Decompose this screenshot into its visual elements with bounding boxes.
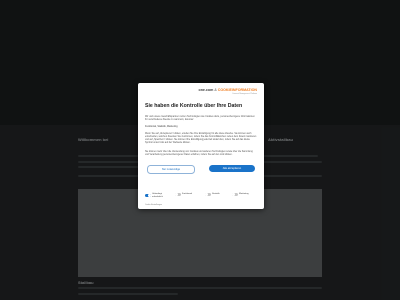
consent-details: Wenn Sie auf „Akzeptieren“ klicken, erte…	[145, 133, 257, 144]
consent-details-more: Sie können mehr über die Verwendung von …	[145, 151, 253, 156]
toggle-marketing[interactable]: Marketing	[232, 193, 249, 196]
consent-purposes: Funktional, Statistik, Marketing	[145, 125, 178, 128]
toggle-label: Unbedingt erforderlich	[152, 193, 163, 198]
logo-separator: &	[214, 88, 217, 92]
toggle-switch[interactable]	[205, 193, 211, 196]
consent-intro: Wir und unsere Geschäftspartner nutzen T…	[145, 116, 255, 121]
brand-logo-text: one.com	[198, 88, 214, 92]
cookie-settings-link[interactable]: Cookie Einstellungen	[145, 204, 162, 206]
cookie-consent-dialog: one.com & COOKIEINFORMATION Consent Mana…	[138, 83, 264, 209]
toggle-statistics[interactable]: Statistik	[205, 193, 220, 196]
toggle-label: Statistik	[212, 193, 220, 196]
consent-toggles: Unbedingt erforderlich Funktional Statis…	[145, 192, 257, 202]
toggle-label: Funktional	[182, 193, 193, 196]
consent-title: Sie haben die Kontrolle über Ihre Daten	[145, 103, 243, 109]
toggle-switch[interactable]	[175, 193, 181, 196]
toggle-switch[interactable]	[145, 194, 151, 198]
toggle-functional[interactable]: Funktional	[175, 193, 192, 196]
decline-button[interactable]: Nur notwendige	[147, 165, 195, 174]
toggle-necessary[interactable]: Unbedingt erforderlich	[145, 193, 166, 198]
accept-all-button[interactable]: Alle akzeptieren	[209, 165, 255, 172]
consent-logo: one.com & COOKIEINFORMATION	[199, 88, 257, 92]
cookieinformation-logo-text: COOKIEINFORMATION	[217, 88, 257, 92]
logo-subtitle: Consent Management Platform	[232, 92, 257, 95]
toggle-label: Marketing	[239, 193, 249, 196]
toggle-switch[interactable]	[232, 193, 238, 196]
